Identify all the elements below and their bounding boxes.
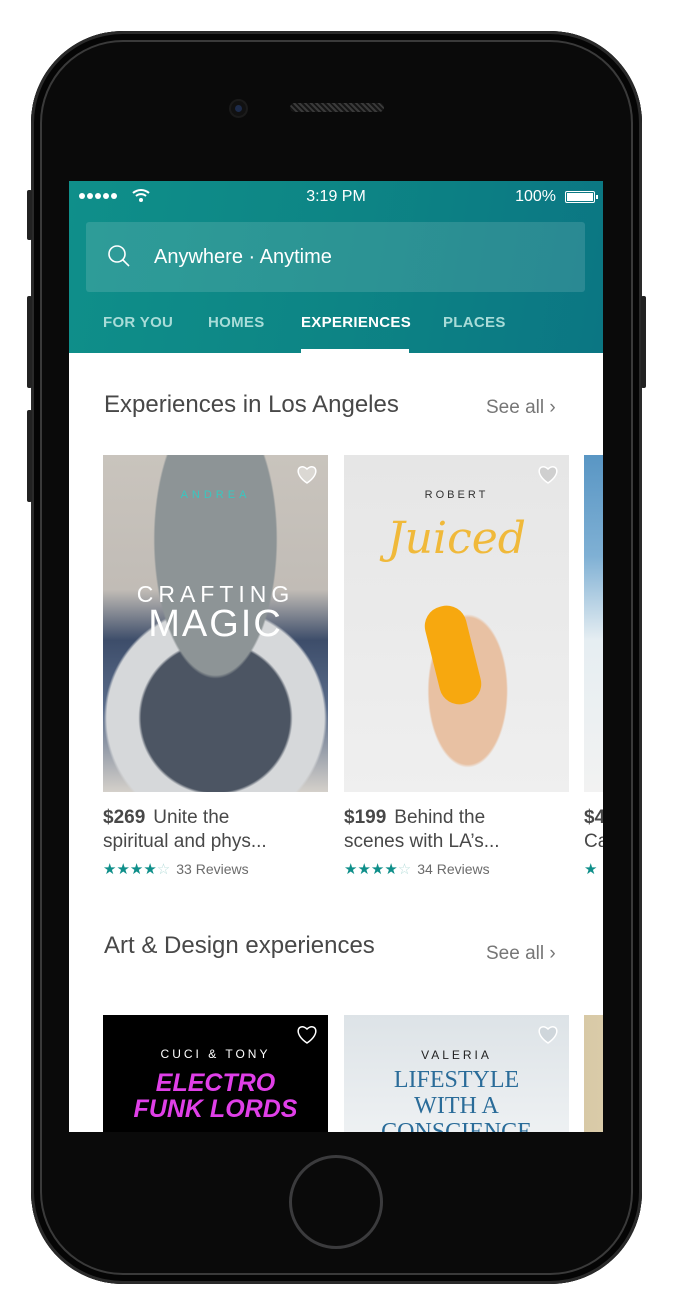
card-host-name: CUCI & TONY: [160, 1047, 271, 1061]
card-description: Unite the: [153, 807, 230, 828]
search-input[interactable]: Anywhere · Anytime: [154, 246, 332, 269]
power-button[interactable]: [641, 296, 646, 388]
card-image: ANDREA CRAFTING MAGIC: [103, 455, 328, 792]
tab-bar: FOR YOU HOMES EXPERIENCES PLACES: [69, 303, 603, 353]
mute-switch[interactable]: [27, 190, 32, 240]
card-host-name: VALERIA: [421, 1048, 492, 1062]
review-count: 34 Reviews: [417, 861, 490, 877]
card-description-cont: scenes with LA’s...: [344, 831, 500, 852]
heart-icon[interactable]: [296, 465, 318, 485]
active-tab-indicator: [301, 349, 409, 353]
card-price-line: $199 Behind the: [344, 805, 485, 831]
card-description-cont: spiritual and phys...: [103, 831, 267, 852]
card-description: Behind the: [394, 807, 486, 828]
section-title: Experiences in Los Angeles: [104, 391, 399, 418]
card-rating: ★★★★☆ 33 Reviews: [103, 860, 249, 878]
card-image: [584, 455, 603, 792]
chevron-right-icon: ›: [549, 397, 556, 418]
star-rating-icon: ★★★★☆: [344, 861, 412, 878]
heart-icon[interactable]: [296, 1025, 318, 1045]
experience-card[interactable]: ANDREA CRAFTING MAGIC $269 Unite the spir…: [103, 455, 328, 878]
star-rating-icon: ★★★★☆: [103, 861, 171, 878]
search-bar[interactable]: Anywhere · Anytime: [86, 222, 585, 292]
card-price-line: $269 Unite the: [103, 805, 229, 831]
app-screen: 3:19 PM 100% Anywhere · Anytime FOR YOU …: [69, 181, 603, 1132]
see-all-link[interactable]: See all ›: [486, 943, 556, 965]
status-bar: 3:19 PM 100%: [69, 181, 603, 213]
tab-experiences[interactable]: EXPERIENCES: [301, 314, 411, 331]
card-image: ROBERT Juiced: [344, 455, 569, 792]
front-camera-icon: [231, 101, 246, 116]
battery-percent: 100%: [515, 188, 556, 205]
heart-icon[interactable]: [537, 465, 559, 485]
experience-card[interactable]: ROBERT Juiced $199 Behind the scenes with…: [344, 455, 569, 878]
star-rating-icon: ★: [584, 861, 598, 878]
card-image-subtitle: WITH A: [414, 1093, 499, 1119]
review-count: 33 Reviews: [176, 861, 249, 877]
orange-illustration: [420, 601, 486, 709]
home-button[interactable]: [289, 1155, 383, 1249]
header: 3:19 PM 100% Anywhere · Anytime FOR YOU …: [69, 181, 603, 353]
earpiece-speaker: [290, 103, 384, 112]
volume-down-button[interactable]: [27, 410, 32, 502]
see-all-label: See all: [486, 397, 545, 418]
card-rating: ★★★★☆ 34 Reviews: [344, 860, 490, 878]
experience-card[interactable]: VALERIA LIFESTYLE WITH A CONSCIENCE: [344, 1015, 569, 1132]
chevron-right-icon: ›: [549, 943, 556, 964]
card-image-title: LIFESTYLE: [393, 1067, 520, 1093]
battery-icon: [565, 191, 598, 203]
tab-places[interactable]: PLACES: [443, 314, 506, 331]
card-description-cont: Ca: [584, 831, 603, 852]
experience-card-partial[interactable]: [584, 1015, 603, 1132]
card-host-name: ROBERT: [424, 489, 489, 501]
card-rating: ★: [584, 860, 603, 878]
card-price: $4: [584, 807, 603, 828]
search-icon: [108, 245, 130, 267]
card-image-subtitle: FUNK LORDS: [133, 1095, 298, 1123]
see-all-label: See all: [486, 943, 545, 964]
heart-icon[interactable]: [537, 1025, 559, 1045]
volume-up-button[interactable]: [27, 296, 32, 388]
see-all-link[interactable]: See all ›: [486, 397, 556, 419]
tab-for-you[interactable]: FOR YOU: [103, 314, 173, 331]
card-image-title: Juiced: [387, 513, 526, 564]
card-price: $269: [103, 807, 146, 828]
section-title: Art & Design experiences: [104, 932, 375, 959]
card-image-subtitle-2: CONSCIENCE: [381, 1119, 532, 1132]
card-price: $199: [344, 807, 387, 828]
tab-homes[interactable]: HOMES: [208, 314, 265, 331]
experience-card[interactable]: CUCI & TONY ELECTRO FUNK LORDS: [103, 1015, 328, 1132]
card-image-subtitle: MAGIC: [148, 603, 283, 645]
experience-card-partial[interactable]: $4 Ca ★: [584, 455, 603, 878]
card-image-title: ELECTRO: [155, 1069, 276, 1097]
card-price-line: $4: [584, 805, 603, 831]
card-host-name: ANDREA: [180, 489, 251, 501]
